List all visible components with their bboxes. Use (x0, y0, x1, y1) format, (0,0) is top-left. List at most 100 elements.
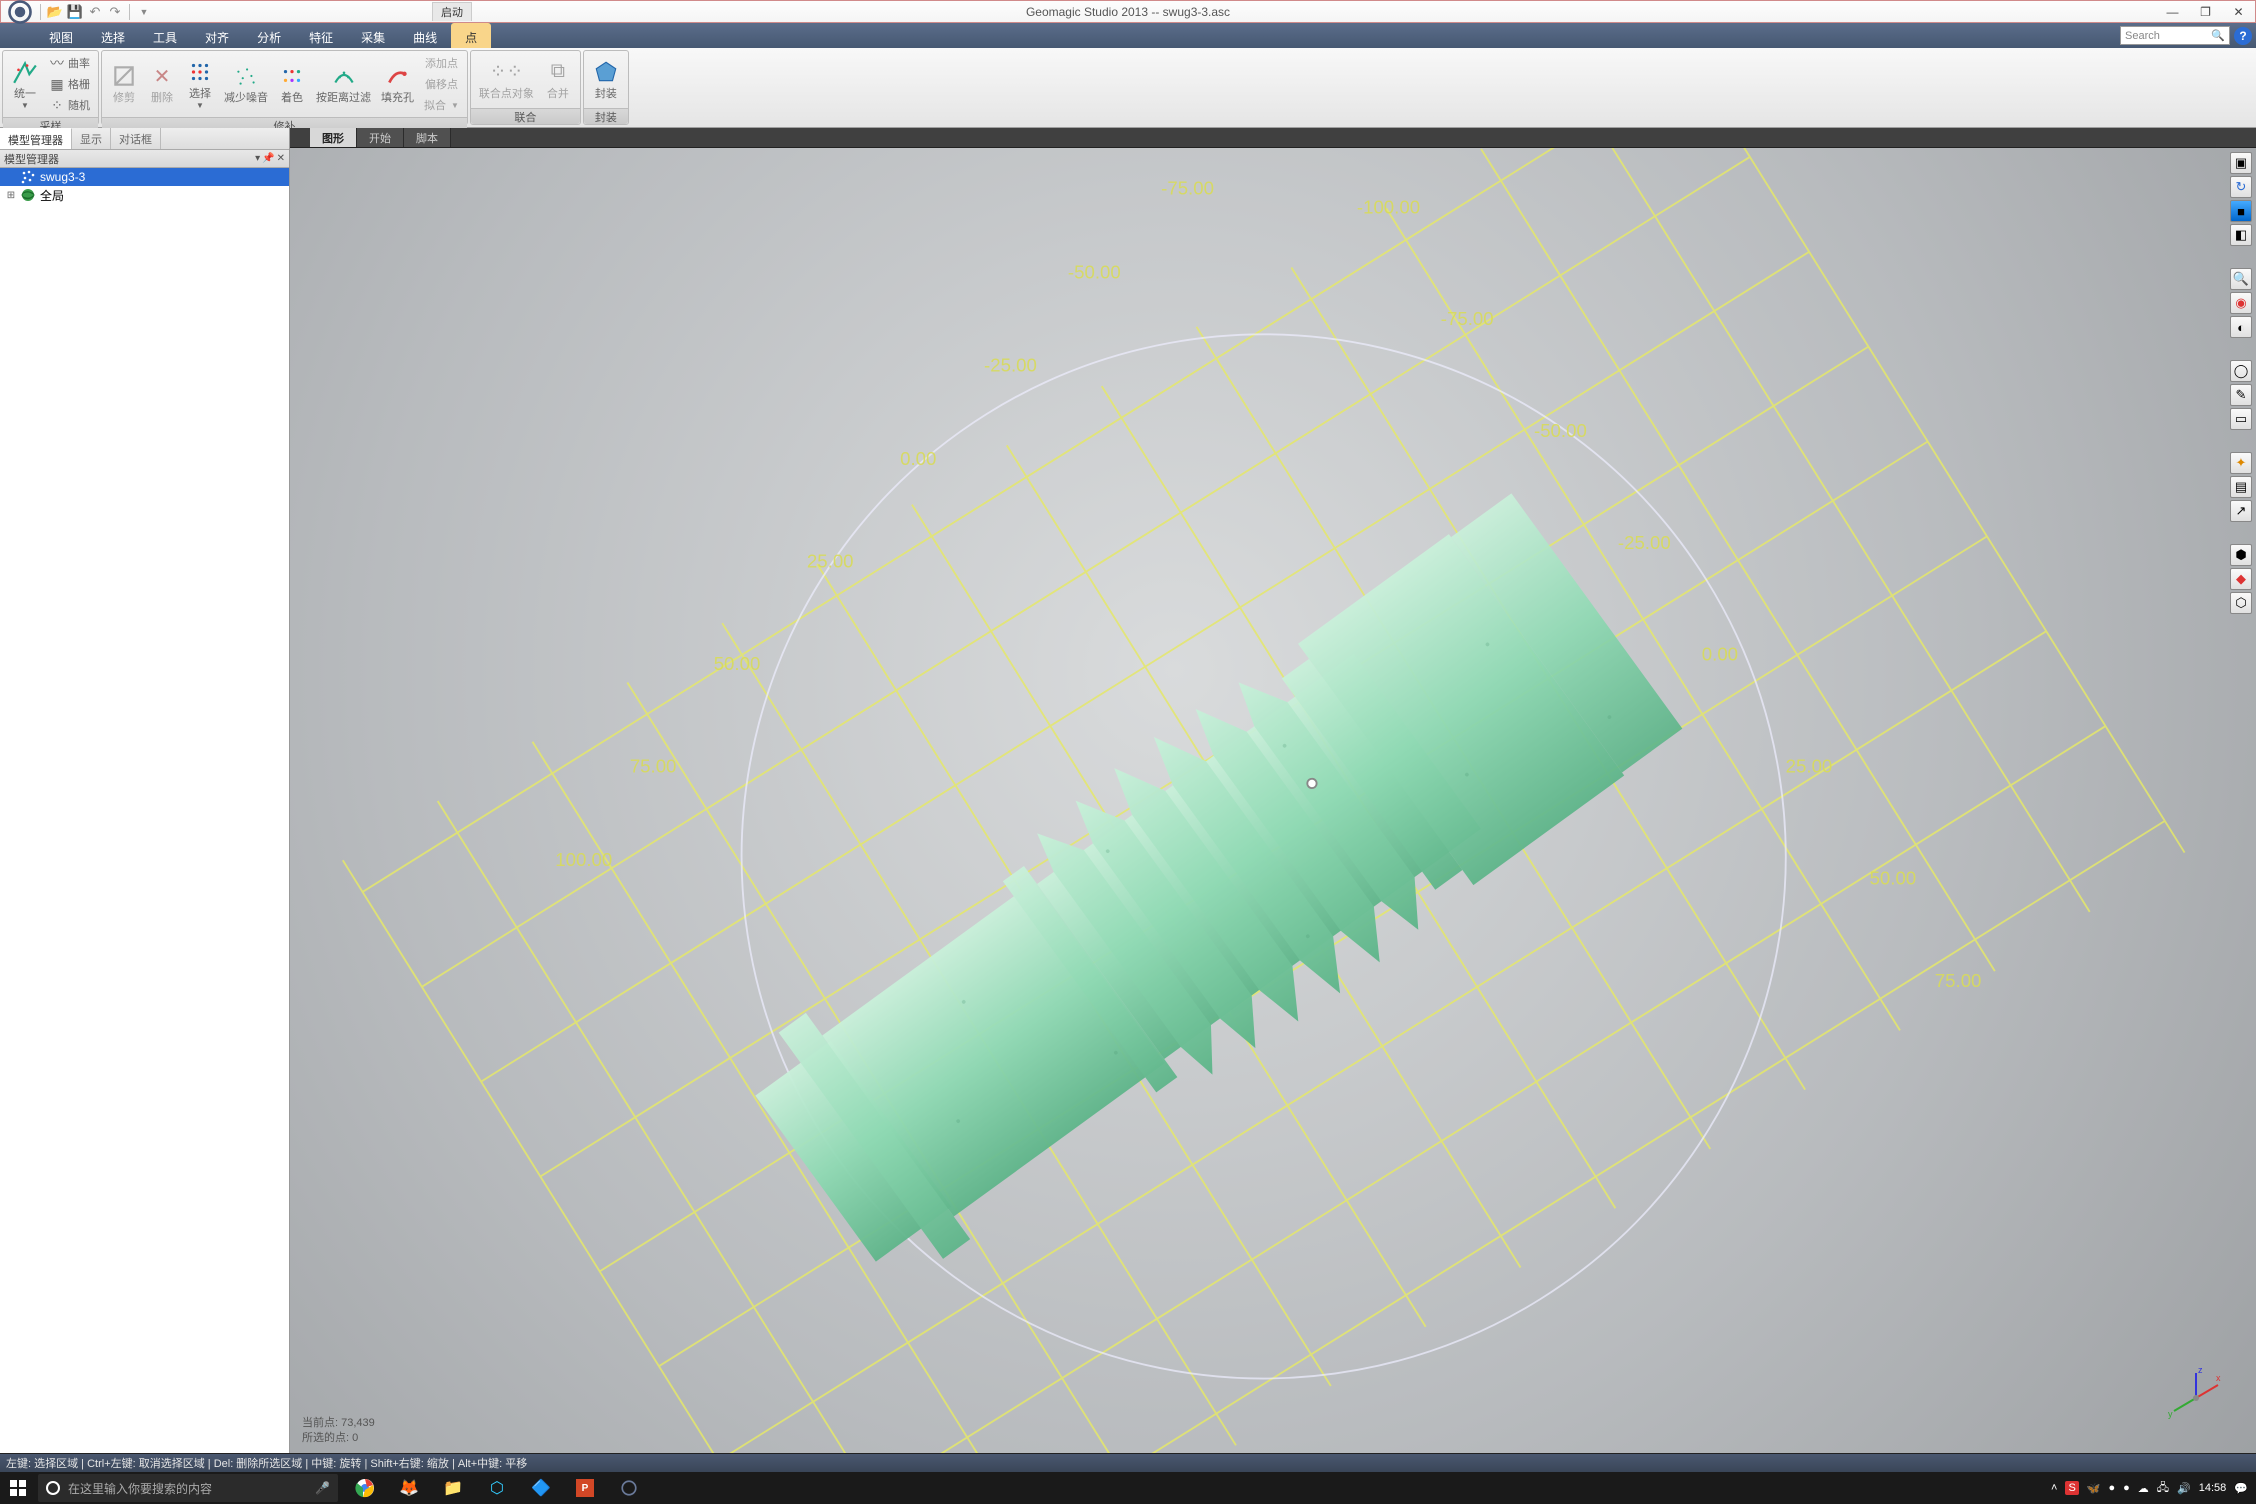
reset-view-button[interactable]: ↻ (2230, 176, 2252, 198)
wrap-button[interactable]: 封装 (590, 57, 622, 103)
delete-icon: ✕ (149, 63, 175, 89)
measure-button[interactable]: ◉ (2230, 292, 2252, 314)
panel-tab-model-manager[interactable]: 模型管理器 (0, 128, 72, 149)
close-button[interactable]: ✕ (2222, 1, 2255, 22)
tool-f-button[interactable]: ⬡ (2230, 592, 2252, 614)
add-point-button[interactable]: 添加点 (422, 53, 461, 73)
ribbon-tab-feature[interactable]: 特征 (295, 23, 347, 48)
start-tab[interactable]: 启动 (432, 2, 472, 21)
maximize-button[interactable]: ❐ (2189, 1, 2222, 22)
tray-icon[interactable]: ● (2108, 1482, 2115, 1494)
panel-pin-icon[interactable]: 📌 (262, 153, 274, 164)
app-logo-icon[interactable] (4, 0, 36, 28)
model-render (722, 483, 1690, 1307)
rect-select-button[interactable]: ▭ (2230, 408, 2252, 430)
3d-viewport[interactable]: -75.00 -100.00 -50.00 -75.00 -25.00 -50.… (290, 148, 2256, 1453)
ribbon-tab-curve[interactable]: 曲线 (399, 23, 451, 48)
random-icon: ⁘ (49, 97, 65, 113)
tray-cloud-icon[interactable]: ☁ (2138, 1482, 2149, 1495)
app-1[interactable]: 🦊 (388, 1472, 430, 1504)
grid-button[interactable]: ▦格栅 (47, 74, 92, 94)
app-chrome[interactable] (344, 1472, 386, 1504)
trim-button[interactable]: 修剪 (108, 61, 140, 107)
shade-button[interactable]: ■ (2230, 200, 2252, 222)
svg-text:75.00: 75.00 (1935, 970, 1982, 991)
delete-button[interactable]: ✕删除 (146, 61, 178, 107)
random-button[interactable]: ⁘随机 (47, 95, 92, 115)
tray-icon[interactable]: ● (2123, 1482, 2130, 1494)
doc-tab-start[interactable]: 开始 (357, 128, 404, 147)
tray-network-icon[interactable]: 🖧 (2157, 1479, 2169, 1498)
minimize-button[interactable]: — (2156, 1, 2189, 22)
zoom-button[interactable]: 🔍 (2230, 268, 2252, 290)
select-button[interactable]: 选择▼ (184, 57, 216, 112)
perspective-button[interactable]: ◧ (2230, 224, 2252, 246)
expand-icon[interactable]: ⊞ (6, 190, 16, 201)
app-2[interactable]: ⬡ (476, 1472, 518, 1504)
ribbon-tab-align[interactable]: 对齐 (191, 23, 243, 48)
ribbon-tabs: 视图 选择 工具 对齐 分析 特征 采集 曲线 点 Search 🔍 ? (0, 23, 2256, 48)
tool-d-button[interactable]: ⬢ (2230, 544, 2252, 566)
app-geomagic[interactable] (608, 1472, 650, 1504)
app-3[interactable]: 🔷 (520, 1472, 562, 1504)
uniform-button[interactable]: 统一 ▼ (9, 57, 41, 112)
fit-view-button[interactable]: ▣ (2230, 152, 2252, 174)
fill-hole-button[interactable]: 填充孔 (379, 61, 416, 107)
union-points-button[interactable]: ⁘⁘联合点对象 (477, 57, 536, 103)
tree-item-model[interactable]: swug3-3 (0, 168, 289, 186)
lasso-button[interactable]: ◯ (2230, 360, 2252, 382)
ribbon-tab-tools[interactable]: 工具 (139, 23, 191, 48)
filter-distance-button[interactable]: 按距离过滤 (314, 61, 373, 107)
panel-menu-icon[interactable]: ▾ (255, 153, 260, 164)
tray-icon[interactable]: 🦋 (2087, 1482, 2101, 1495)
ribbon-tab-capture[interactable]: 采集 (347, 23, 399, 48)
reduce-noise-button[interactable]: 减少噪音 (222, 61, 270, 107)
search-input[interactable]: Search 🔍 (2120, 26, 2230, 45)
filter-icon (331, 63, 357, 89)
model-tree[interactable]: swug3-3 ⊞ 全局 (0, 168, 289, 1453)
app-powerpoint[interactable]: P (564, 1472, 606, 1504)
color-button[interactable]: 着色 (276, 61, 308, 107)
search-icon[interactable]: 🔍 (2211, 29, 2225, 42)
qat-dropdown-icon[interactable]: ▼ (136, 4, 152, 20)
mic-icon[interactable]: 🎤 (315, 1481, 330, 1495)
save-icon[interactable]: 💾 (67, 4, 83, 20)
window-title: Geomagic Studio 2013 -- swug3-3.asc (1026, 5, 1230, 19)
ribbon-tab-analyze[interactable]: 分析 (243, 23, 295, 48)
start-button[interactable] (0, 1472, 36, 1504)
merge-button[interactable]: ⧉合并 (542, 57, 574, 103)
panel-tab-dialog[interactable]: 对话框 (111, 128, 161, 149)
axis-gizmo-icon[interactable]: x y z (2166, 1363, 2226, 1423)
panel-tab-display[interactable]: 显示 (72, 128, 111, 149)
tray-ime-icon[interactable]: S (2065, 1481, 2078, 1495)
tool-e-button[interactable]: ◆ (2230, 568, 2252, 590)
tree-item-global[interactable]: ⊞ 全局 (0, 186, 289, 204)
tool-a-button[interactable]: ✦ (2230, 452, 2252, 474)
offset-point-button[interactable]: 偏移点 (422, 74, 461, 94)
taskbar-search[interactable]: 在这里输入你要搜索的内容 🎤 (38, 1474, 338, 1502)
panel-title: 模型管理器 (4, 151, 59, 167)
tray-volume-icon[interactable]: 🔊 (2177, 1482, 2191, 1495)
tray-up-icon[interactable]: ˄ (2051, 1482, 2057, 1494)
ribbon-tab-point[interactable]: 点 (451, 23, 491, 48)
doc-tab-graphics[interactable]: 图形 (310, 128, 357, 147)
app-explorer[interactable]: 📁 (432, 1472, 474, 1504)
undo-icon[interactable]: ↶ (87, 4, 103, 20)
taskbar-clock[interactable]: 14:58 (2199, 1482, 2227, 1494)
fit-button[interactable]: 拟合▼ (422, 95, 461, 115)
ribbon-tab-view[interactable]: 视图 (35, 23, 87, 48)
curvature-button[interactable]: 〰曲率 (47, 53, 92, 73)
redo-icon[interactable]: ↷ (107, 4, 123, 20)
section-button[interactable]: ◐ (2230, 316, 2252, 338)
tool-b-button[interactable]: ▤ (2230, 476, 2252, 498)
help-button[interactable]: ? (2234, 27, 2252, 45)
tool-c-button[interactable]: ↗ (2230, 500, 2252, 522)
open-icon[interactable]: 📂 (47, 4, 63, 20)
union-icon: ⁘⁘ (493, 59, 519, 85)
notifications-icon[interactable]: 💬 (2234, 1482, 2248, 1495)
paint-button[interactable]: ✎ (2230, 384, 2252, 406)
doc-tab-script[interactable]: 脚本 (404, 128, 451, 147)
viewport-status: 当前点: 73,439 所选的点: 0 (302, 1416, 375, 1445)
ribbon-tab-select[interactable]: 选择 (87, 23, 139, 48)
panel-close-icon[interactable]: ✕ (277, 153, 285, 164)
